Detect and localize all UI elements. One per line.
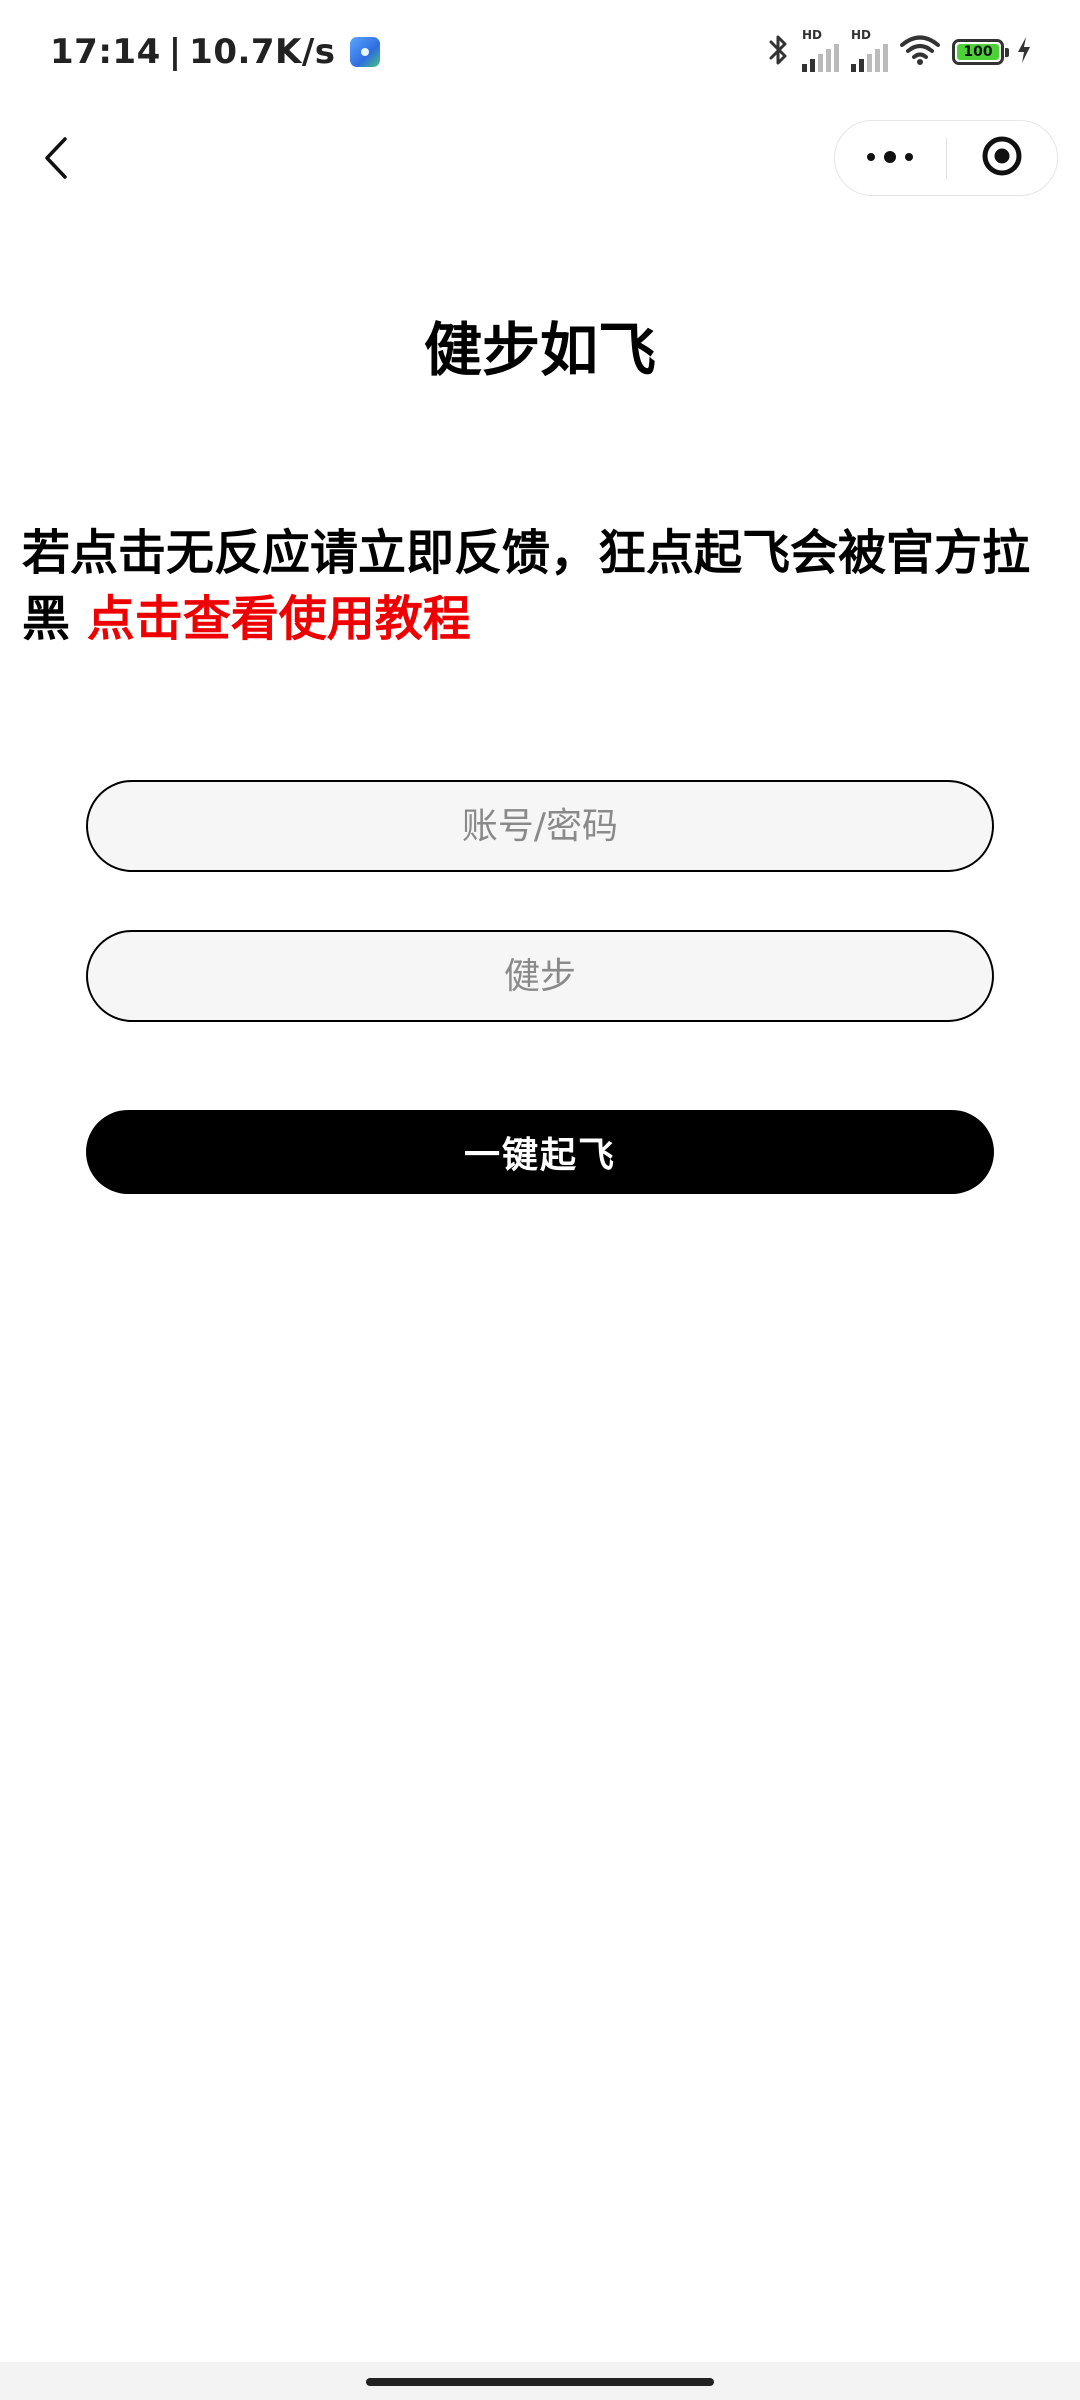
hd-label-2: HD — [851, 28, 872, 42]
tutorial-link[interactable]: 点击查看使用教程 — [87, 591, 471, 647]
status-time: 17:14 — [50, 32, 161, 72]
steps-field-wrapper — [86, 930, 994, 1022]
status-bar: 17:14 | 10.7K/s HD HD 100 — [0, 0, 1080, 104]
account-field-wrapper — [86, 780, 994, 872]
bluetooth-icon — [768, 33, 790, 71]
notice-text: 若点击无反应请立即反馈，狂点起飞会被官方拉黑 点击查看使用教程 — [22, 520, 1052, 652]
steps-input[interactable] — [88, 932, 992, 1020]
app-notification-icon — [349, 37, 380, 67]
network-speed: 10.7K/s — [189, 32, 336, 72]
status-left: 17:14 | 10.7K/s — [50, 28, 380, 76]
close-button[interactable] — [947, 120, 1058, 196]
account-password-input[interactable] — [88, 782, 992, 870]
gesture-bar-area — [0, 2362, 1080, 2400]
status-separator: | — [168, 32, 182, 72]
hd-label: HD — [802, 28, 823, 42]
page-title: 健步如飞 — [423, 316, 656, 384]
signal-icon: HD — [802, 28, 839, 72]
charging-icon — [1016, 35, 1032, 69]
mini-program-capsule — [834, 120, 1058, 196]
status-right: HD HD 100 — [768, 28, 1032, 74]
home-indicator[interactable] — [366, 2378, 714, 2386]
more-dots-icon — [865, 149, 915, 168]
nav-bar — [0, 104, 1080, 216]
back-arrow-icon — [41, 135, 71, 185]
signal-icon-2: HD — [851, 28, 888, 72]
wifi-icon — [900, 34, 940, 70]
more-button[interactable] — [835, 120, 946, 196]
battery-icon: 100 — [952, 39, 1009, 65]
battery-level: 100 — [957, 44, 999, 60]
back-button[interactable] — [26, 130, 86, 190]
one-click-launch-button[interactable]: 一键起飞 — [86, 1110, 994, 1194]
close-target-icon — [980, 134, 1024, 182]
